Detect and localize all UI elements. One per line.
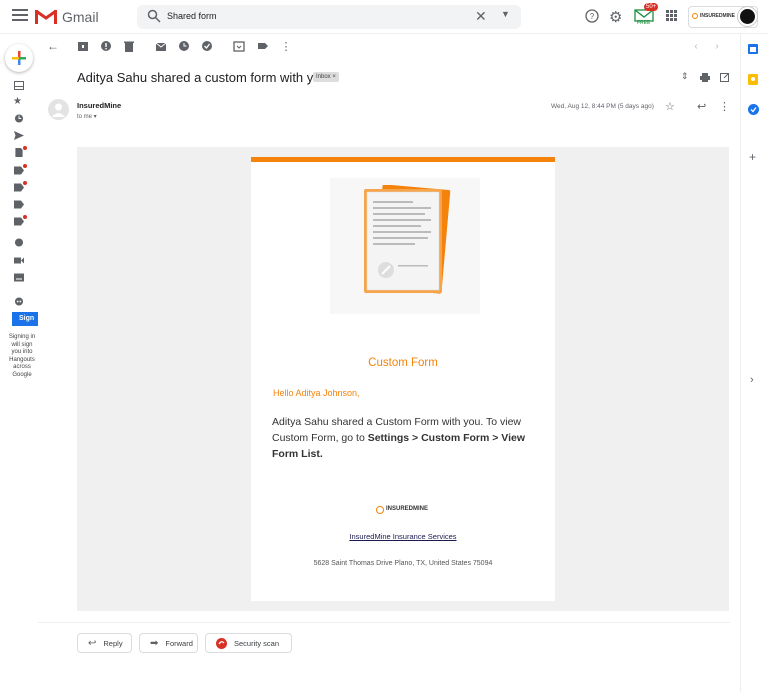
keep-icon[interactable] — [748, 74, 758, 85]
document-illustration-icon — [364, 185, 451, 294]
add-to-tasks-icon[interactable] — [201, 40, 213, 52]
delete-icon[interactable] — [123, 40, 135, 52]
hangouts-signin-text: Signing in will sign you into Hangouts a… — [8, 334, 36, 378]
footer-brand: INSUREDMINE — [386, 506, 429, 512]
avatar[interactable] — [738, 7, 757, 26]
unread-dot — [23, 146, 27, 150]
security-scan-button[interactable]: Security scan — [205, 633, 292, 653]
keyboard-icon[interactable] — [14, 273, 24, 282]
apps-grid-icon[interactable] — [666, 10, 677, 21]
star-icon[interactable]: ☆ — [665, 100, 675, 113]
sent-icon[interactable] — [14, 131, 24, 140]
gmail-logo-icon[interactable] — [35, 8, 57, 24]
reply-arrow-icon: ↩ — [88, 637, 97, 649]
security-scan-label: Security scan — [234, 638, 280, 648]
label-icon[interactable] — [14, 183, 24, 192]
tasks-icon[interactable] — [748, 104, 759, 115]
label-icon[interactable] — [14, 217, 24, 226]
account-brand: INSUREDMINE — [700, 13, 736, 19]
form-title: Custom Form — [368, 357, 438, 369]
move-to-icon[interactable] — [233, 40, 245, 52]
recipient-details[interactable]: to me ▾ — [77, 113, 97, 120]
unread-dot — [23, 215, 27, 219]
older-chevron-icon[interactable]: › — [711, 40, 723, 52]
insuredmine-footer-logo-icon — [376, 506, 384, 514]
more-icon[interactable]: ⋮ — [719, 100, 730, 113]
reply-label: Reply — [103, 638, 123, 648]
reply-icon[interactable]: ↩ — [697, 100, 706, 113]
company-link[interactable]: InsuredMine Insurance Services — [251, 532, 555, 541]
expand-panel-icon[interactable]: › — [750, 374, 754, 386]
reply-button[interactable]: ↩ Reply — [77, 633, 132, 653]
search-icon[interactable] — [147, 9, 161, 23]
snoozed-icon[interactable] — [14, 114, 24, 123]
email-date: Wed, Aug 12, 8:44 PM (5 days ago) — [551, 103, 654, 110]
unread-dot — [23, 181, 27, 185]
clear-search-icon[interactable]: ✕ — [475, 8, 487, 25]
hangouts-signin-button[interactable]: Sign — [12, 312, 38, 326]
inbox-label-badge[interactable]: Inbox × — [313, 72, 339, 82]
forward-button[interactable]: ➡ Forward — [139, 633, 198, 653]
starred-icon[interactable]: ★ — [13, 96, 22, 107]
add-addon-icon[interactable]: + — [749, 150, 756, 164]
meet-video-icon[interactable] — [14, 256, 24, 265]
open-new-window-icon[interactable] — [720, 73, 729, 82]
extension-label: FREE — [637, 20, 651, 26]
report-spam-icon[interactable] — [100, 40, 112, 52]
archive-icon[interactable] — [77, 40, 89, 52]
search-input[interactable]: Shared form — [167, 11, 217, 21]
drafts-icon[interactable] — [14, 148, 24, 157]
label-icon[interactable] — [14, 166, 24, 175]
insuredmine-logo-icon — [692, 13, 698, 19]
hangouts-chat-icon[interactable] — [14, 238, 24, 247]
compose-plus-icon — [12, 51, 26, 65]
message-text: Aditya Sahu shared a Custom Form with yo… — [272, 414, 538, 462]
help-icon[interactable]: ? — [585, 9, 599, 23]
gmail-wordmark: Gmail — [62, 9, 99, 25]
calendar-icon[interactable] — [748, 43, 758, 54]
svg-text:?: ? — [590, 12, 595, 21]
extension-badge: 50+ — [644, 3, 659, 11]
search-options-icon[interactable]: ▼ — [501, 9, 510, 19]
company-address: 5628 Saint Thomas Drive Plano, TX, Unite… — [313, 560, 493, 567]
inbox-icon[interactable] — [14, 81, 24, 90]
print-icon[interactable] — [700, 73, 710, 82]
sender-name[interactable]: InsuredMine — [77, 101, 121, 110]
more-options-icon[interactable]: ⋮ — [280, 40, 292, 53]
forward-arrow-icon: ➡ — [150, 637, 159, 649]
sender-avatar — [48, 99, 69, 120]
hangouts-icon[interactable] — [14, 297, 24, 306]
snooze-icon[interactable] — [178, 40, 190, 52]
forward-label: Forward — [165, 638, 193, 648]
main-menu-icon[interactable] — [12, 9, 28, 23]
mark-unread-icon[interactable] — [155, 40, 167, 52]
compose-button[interactable] — [5, 44, 33, 72]
collapse-all-icon[interactable]: ⇕ — [681, 71, 689, 82]
email-subject: Aditya Sahu shared a custom form with yo… — [77, 70, 332, 85]
greeting-text: Hello Aditya Johnson, — [273, 388, 360, 398]
settings-icon[interactable]: ⚙ — [609, 8, 622, 26]
newer-chevron-icon[interactable]: ‹ — [690, 40, 702, 52]
unread-dot — [23, 164, 27, 168]
labels-icon[interactable] — [257, 40, 269, 52]
security-scan-icon — [216, 637, 227, 649]
back-arrow-icon[interactable]: ← — [47, 39, 59, 53]
divider — [38, 622, 730, 623]
label-icon[interactable] — [14, 200, 24, 209]
side-panel-divider — [740, 34, 741, 692]
